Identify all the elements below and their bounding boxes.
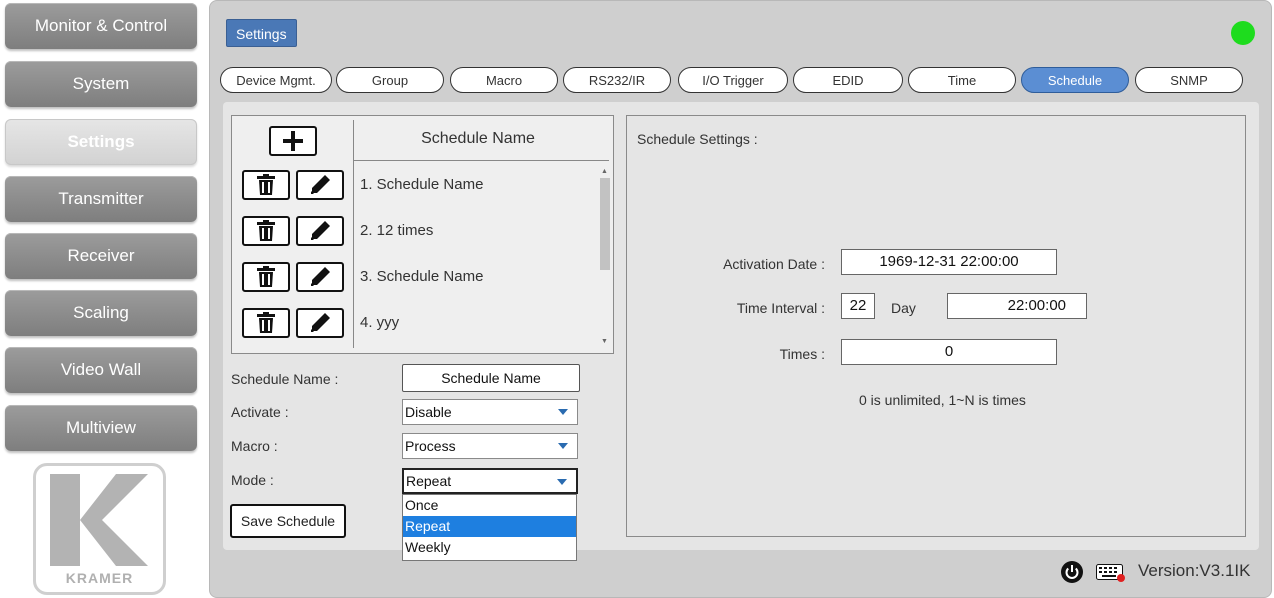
mode-option-repeat[interactable]: Repeat bbox=[403, 516, 576, 537]
nav-label: Receiver bbox=[67, 246, 135, 265]
tab-group[interactable]: Group bbox=[336, 67, 444, 93]
power-icon[interactable] bbox=[1061, 561, 1083, 583]
nav-settings[interactable]: Settings bbox=[5, 119, 197, 165]
activation-date-label: Activation Date : bbox=[723, 256, 825, 272]
sidebar-nav: Monitor & Control System Settings Transm… bbox=[0, 0, 200, 598]
macro-select[interactable]: Process bbox=[402, 433, 578, 459]
time-interval-unit: Day bbox=[891, 300, 916, 316]
schedule-content: Schedule Name 1. Schedule Name 2. 12 tim… bbox=[223, 102, 1259, 561]
list-header-divider bbox=[353, 160, 609, 161]
status-indicator bbox=[1231, 21, 1255, 45]
edit-button[interactable] bbox=[296, 308, 344, 338]
delete-button[interactable] bbox=[242, 216, 290, 246]
pencil-icon bbox=[311, 221, 330, 240]
mode-value: Repeat bbox=[406, 473, 452, 489]
times-label: Times : bbox=[779, 346, 825, 362]
chevron-down-icon bbox=[558, 443, 568, 449]
version-text: Version:V3.1IK bbox=[1138, 561, 1251, 580]
nav-label: Settings bbox=[67, 132, 135, 151]
activate-value: Disable bbox=[405, 404, 452, 420]
nav-label: Multiview bbox=[66, 418, 136, 437]
schedule-item-label[interactable]: 2. 12 times bbox=[360, 222, 433, 239]
mode-option-once[interactable]: Once bbox=[403, 495, 576, 516]
nav-multiview[interactable]: Multiview bbox=[5, 405, 197, 451]
tab-device-mgmt[interactable]: Device Mgmt. bbox=[220, 67, 332, 93]
delete-button[interactable] bbox=[242, 170, 290, 200]
scroll-down-arrow-icon[interactable]: ▼ bbox=[601, 338, 608, 345]
list-scrollbar[interactable]: ▲ ▼ bbox=[598, 168, 610, 348]
schedule-name-label: Schedule Name : bbox=[231, 371, 339, 387]
page-title: Settings bbox=[226, 19, 297, 47]
pencil-icon bbox=[311, 267, 330, 286]
tab-rs232-ir[interactable]: RS232/IR bbox=[563, 67, 671, 93]
activate-select[interactable]: Disable bbox=[402, 399, 578, 425]
scroll-thumb[interactable] bbox=[600, 178, 610, 270]
pencil-icon bbox=[311, 313, 330, 332]
scroll-up-arrow-icon[interactable]: ▲ bbox=[601, 168, 608, 175]
trash-icon bbox=[257, 312, 275, 333]
schedule-settings-panel: Schedule Settings : Activation Date : 19… bbox=[626, 115, 1246, 537]
tab-snmp[interactable]: SNMP bbox=[1135, 67, 1243, 93]
activate-label: Activate : bbox=[231, 404, 289, 420]
schedule-name-input[interactable]: Schedule Name bbox=[402, 364, 580, 392]
nav-transmitter[interactable]: Transmitter bbox=[5, 176, 197, 222]
nav-label: Video Wall bbox=[60, 360, 142, 379]
main-panel: Settings Device Mgmt. Group Macro RS232/… bbox=[209, 0, 1272, 598]
nav-label: Monitor & Control bbox=[34, 16, 168, 35]
mode-label: Mode : bbox=[231, 472, 274, 488]
tab-bar: Device Mgmt. Group Macro RS232/IR I/O Tr… bbox=[210, 67, 1271, 93]
schedule-item-label[interactable]: 1. Schedule Name bbox=[360, 176, 483, 193]
tab-schedule[interactable]: Schedule bbox=[1021, 67, 1129, 93]
nav-video-wall[interactable]: Video Wall bbox=[5, 347, 197, 393]
mode-dropdown-list: Once Repeat Weekly bbox=[402, 494, 577, 561]
nav-scaling[interactable]: Scaling bbox=[5, 290, 197, 336]
time-interval-time-input[interactable]: 22:00:00 bbox=[947, 293, 1087, 319]
macro-value: Process bbox=[405, 438, 456, 454]
trash-icon bbox=[257, 266, 275, 287]
schedule-item-label[interactable]: 4. yyy bbox=[360, 314, 399, 331]
schedule-item-label[interactable]: 3. Schedule Name bbox=[360, 268, 483, 285]
panel-title: Schedule Settings : bbox=[637, 131, 758, 147]
time-interval-input[interactable]: 22 bbox=[841, 293, 875, 319]
edit-button[interactable] bbox=[296, 216, 344, 246]
mode-option-weekly[interactable]: Weekly bbox=[403, 537, 576, 558]
times-hint: 0 is unlimited, 1~N is times bbox=[859, 392, 1026, 408]
nav-label: Scaling bbox=[73, 303, 129, 322]
nav-receiver[interactable]: Receiver bbox=[5, 233, 197, 279]
nav-label: Transmitter bbox=[58, 189, 144, 208]
schedule-list: Schedule Name 1. Schedule Name 2. 12 tim… bbox=[231, 115, 614, 354]
list-divider bbox=[353, 120, 354, 348]
tab-io-trigger[interactable]: I/O Trigger bbox=[678, 67, 788, 93]
logo-text: KRAMER bbox=[65, 570, 134, 586]
tab-macro[interactable]: Macro bbox=[450, 67, 558, 93]
trash-icon bbox=[257, 174, 275, 195]
time-interval-label: Time Interval : bbox=[736, 300, 825, 316]
trash-icon bbox=[257, 220, 275, 241]
nav-label: System bbox=[72, 74, 130, 93]
nav-monitor-control[interactable]: Monitor & Control bbox=[5, 3, 197, 49]
delete-button[interactable] bbox=[242, 308, 290, 338]
edit-button[interactable] bbox=[296, 170, 344, 200]
kramer-logo: KRAMER bbox=[33, 463, 166, 595]
plus-icon bbox=[283, 131, 303, 151]
kramer-k-icon bbox=[50, 474, 148, 566]
keyboard-icon[interactable] bbox=[1096, 564, 1126, 582]
delete-button[interactable] bbox=[242, 262, 290, 292]
save-schedule-button[interactable]: Save Schedule bbox=[230, 504, 346, 538]
add-schedule-button[interactable] bbox=[269, 126, 317, 156]
list-header-title: Schedule Name bbox=[421, 130, 535, 147]
tab-edid[interactable]: EDID bbox=[793, 67, 903, 93]
tab-time[interactable]: Time bbox=[908, 67, 1016, 93]
mode-select[interactable]: Repeat bbox=[402, 468, 578, 494]
nav-system[interactable]: System bbox=[5, 61, 197, 107]
activation-date-input[interactable]: 1969-12-31 22:00:00 bbox=[841, 249, 1057, 275]
edit-button[interactable] bbox=[296, 262, 344, 292]
times-input[interactable]: 0 bbox=[841, 339, 1057, 365]
chevron-down-icon bbox=[557, 479, 567, 485]
chevron-down-icon bbox=[558, 409, 568, 415]
macro-label: Macro : bbox=[231, 438, 278, 454]
pencil-icon bbox=[311, 175, 330, 194]
